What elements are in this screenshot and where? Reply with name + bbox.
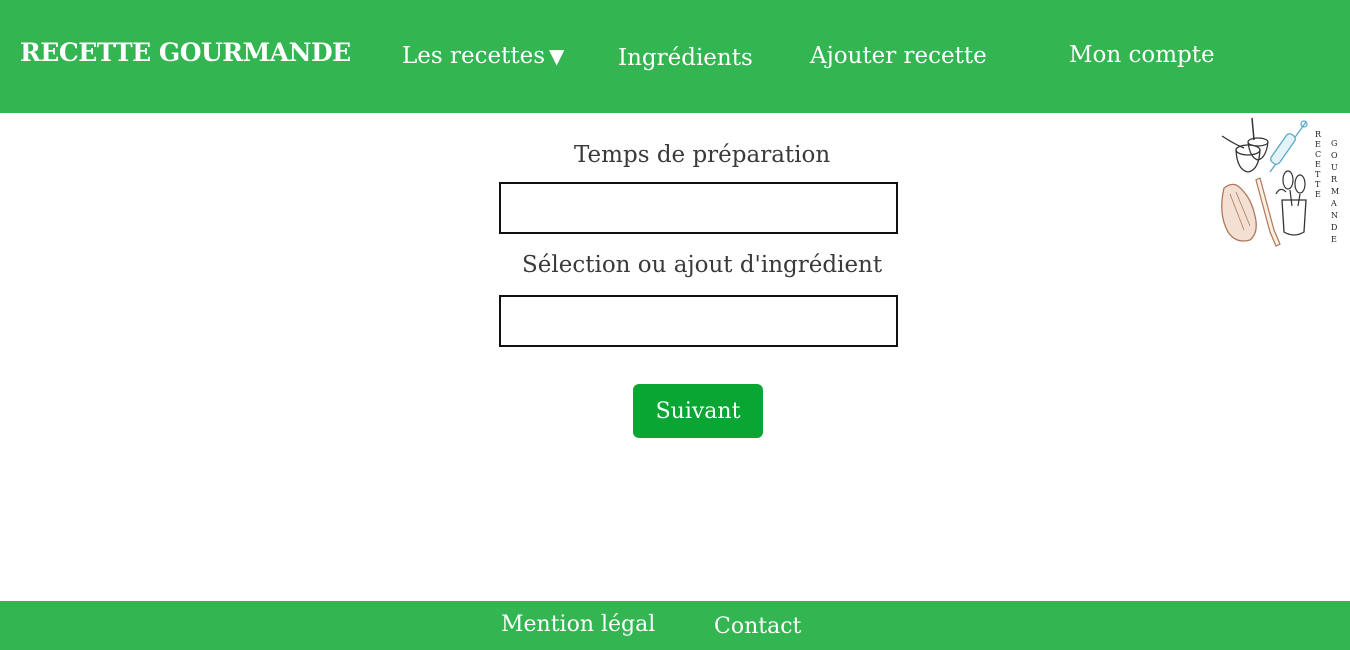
nav-recettes-label: Les recettes	[402, 43, 545, 69]
footer: Mention légal Contact	[0, 601, 1350, 650]
logo-text-gourmande: GOURMANDE	[1331, 139, 1340, 244]
suivant-button[interactable]: Suivant	[633, 384, 763, 438]
caret-down-icon: ▼	[549, 44, 565, 68]
brand-title[interactable]: RECETTE GOURMANDE	[20, 38, 351, 67]
nav-ingredients[interactable]: Ingrédients	[618, 45, 753, 71]
ingredient-input[interactable]	[499, 295, 898, 347]
logo-text-recette: RECETTE	[1315, 130, 1322, 199]
nav-recettes-menu[interactable]: Les recettes ▼	[402, 43, 564, 69]
temps-preparation-label: Temps de préparation	[574, 142, 831, 168]
temps-preparation-input[interactable]	[499, 182, 898, 234]
footer-contact[interactable]: Contact	[714, 614, 801, 639]
header: RECETTE GOURMANDE Les recettes ▼ Ingrédie…	[0, 0, 1350, 113]
nav-ajouter-recette[interactable]: Ajouter recette	[810, 43, 987, 69]
nav-mon-compte[interactable]: Mon compte	[1069, 42, 1215, 68]
footer-mention-legal[interactable]: Mention légal	[501, 612, 655, 637]
kitchen-utensils-logo: RECETTE GOURMANDE	[1214, 114, 1344, 250]
ingredient-label: Sélection ou ajout d'ingrédient	[522, 252, 883, 278]
kitchen-utensils-icon	[1221, 117, 1308, 247]
